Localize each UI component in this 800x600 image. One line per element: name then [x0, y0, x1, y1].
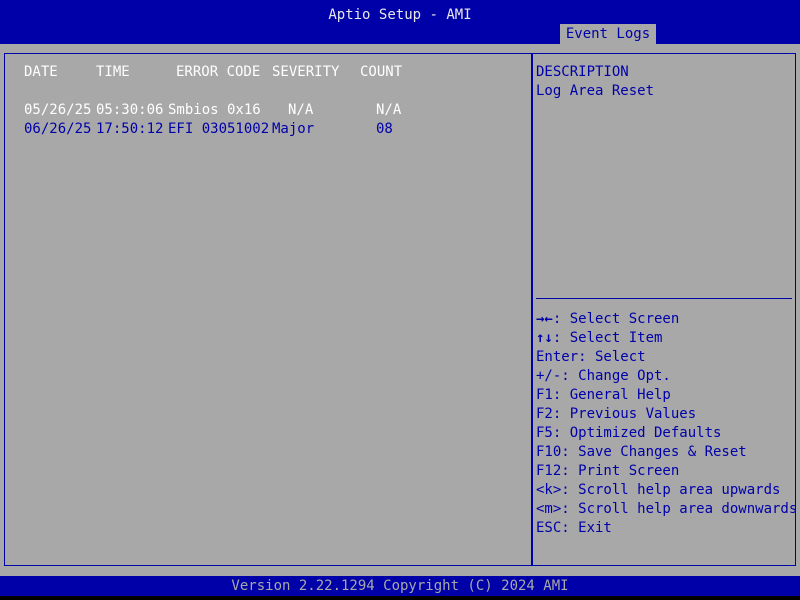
footer-version: Version 2.22.1294 Copyright (C) 2024 AMI — [0, 576, 800, 596]
log-row-2[interactable]: 06/26/25 17:50:12 EFI 03051002 Major 08 — [24, 120, 424, 139]
help-panel: →←: Select Screen ↑↓: Select Item Enter:… — [536, 310, 798, 538]
column-header-time: TIME — [96, 64, 130, 80]
bottom-border — [0, 596, 800, 600]
help-f10: F10: Save Changes & Reset — [536, 444, 747, 460]
arrow-left-right-icon: →← — [536, 311, 553, 327]
column-header-severity: SEVERITY — [272, 64, 340, 80]
column-header-count: COUNT — [360, 64, 403, 80]
help-esc: ESC: Exit — [536, 520, 612, 536]
log-severity: Major — [272, 121, 315, 137]
tab-event-logs[interactable]: Event Logs — [560, 24, 656, 44]
help-scroll-up: <k>: Scroll help area upwards — [536, 482, 781, 498]
title-bar: Aptio Setup - AMI Event Logs — [0, 0, 800, 44]
log-severity: N/A — [288, 102, 314, 118]
help-enter: Enter: Select — [536, 349, 646, 365]
help-text: : Select Item — [552, 330, 663, 346]
help-text: : Select Screen — [552, 311, 680, 327]
log-count: 08 — [376, 121, 393, 137]
log-time: 17:50:12 — [96, 121, 164, 137]
log-time: 05:30:06 — [96, 102, 164, 118]
log-row-1[interactable]: 05/26/25 05:30:06 Smbios 0x16 N/A N/A — [24, 101, 424, 120]
help-f2: F2: Previous Values — [536, 406, 697, 422]
help-select-item: ↑↓: Select Item — [536, 329, 792, 348]
help-scroll-down: <m>: Scroll help area downwards — [536, 501, 798, 517]
column-header-error-code: ERROR CODE — [176, 64, 261, 80]
help-f12: F12: Print Screen — [536, 463, 680, 479]
log-error-code: EFI 03051002 — [168, 121, 270, 137]
column-header-date: DATE — [24, 64, 58, 80]
description-text: Log Area Reset — [536, 83, 655, 99]
description-heading: DESCRIPTION — [536, 64, 629, 80]
log-date: 06/26/25 — [24, 121, 92, 137]
help-change-opt: +/-: Change Opt. — [536, 368, 671, 384]
log-error-code: Smbios 0x16 — [168, 102, 261, 118]
log-date: 05/26/25 — [24, 102, 92, 118]
panel-divider-vertical — [531, 53, 533, 565]
arrow-up-down-icon: ↑↓ — [536, 330, 553, 346]
help-divider — [536, 298, 792, 299]
help-select-screen: →←: Select Screen — [536, 310, 792, 329]
help-f1: F1: General Help — [536, 387, 671, 403]
log-count: N/A — [376, 102, 402, 118]
app-title: Aptio Setup - AMI — [328, 7, 472, 23]
help-f5: F5: Optimized Defaults — [536, 425, 722, 441]
